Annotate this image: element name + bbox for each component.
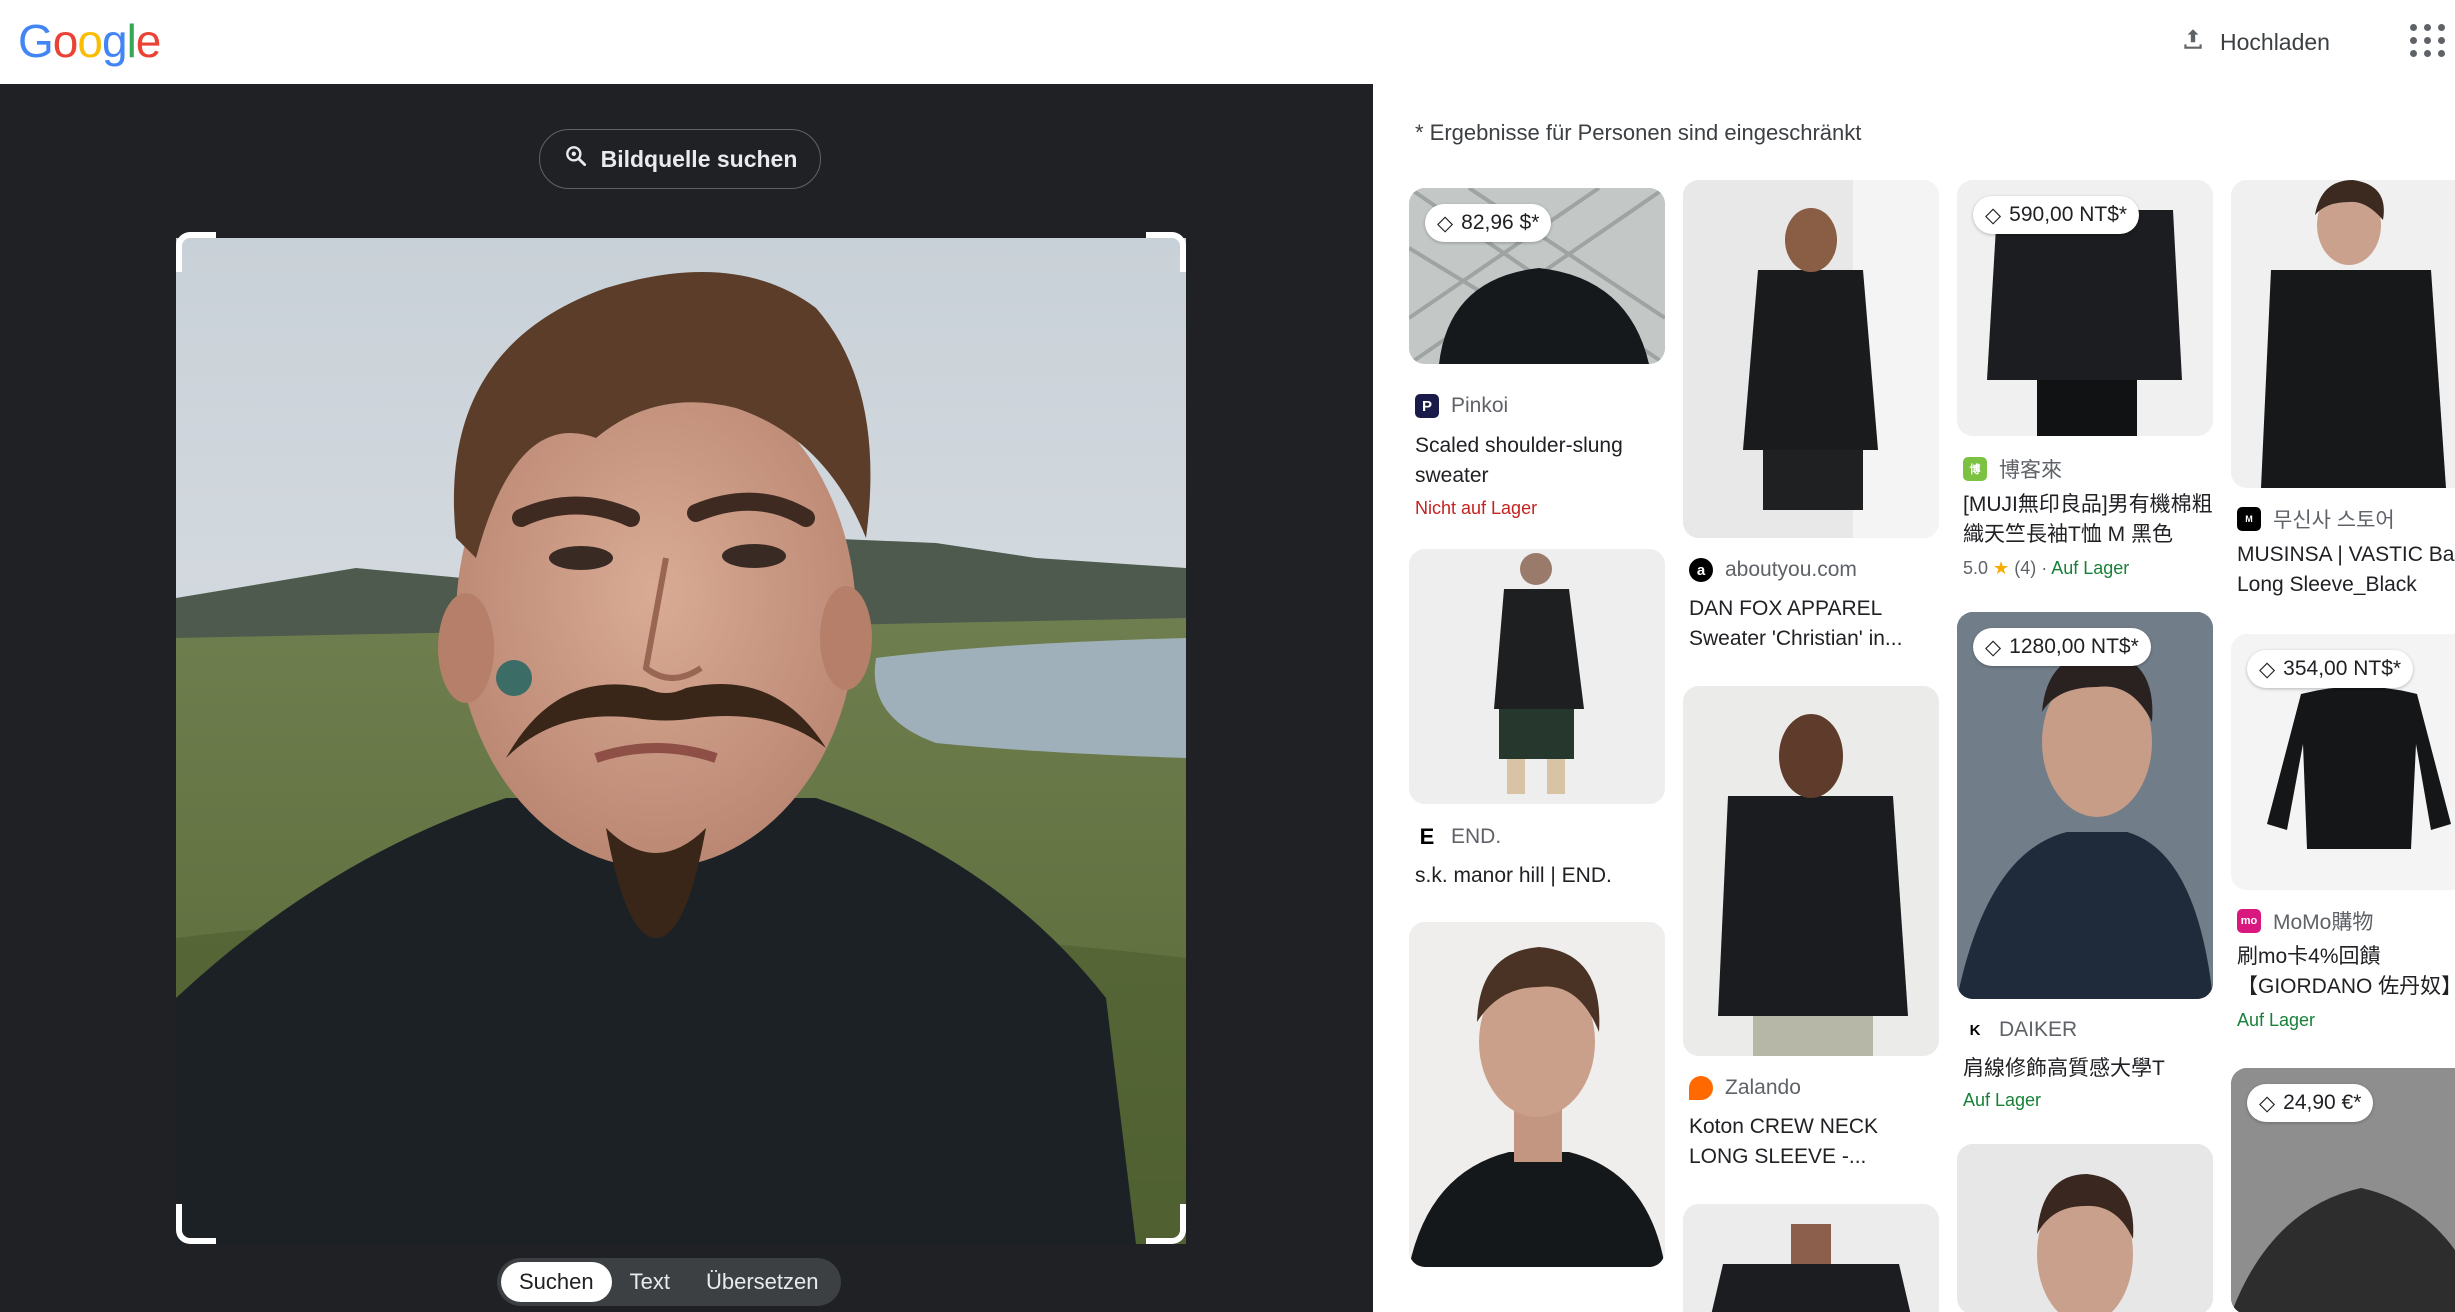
find-image-source-label: Bildquelle suchen — [600, 145, 798, 172]
result-source: P Pinkoi — [1415, 394, 1508, 418]
result-card[interactable] — [1683, 1204, 1941, 1312]
logo-letter: G — [18, 15, 54, 67]
stock-status: Auf Lager — [2051, 558, 2130, 578]
musinsa-favicon: M — [2237, 507, 2261, 531]
visual-matches-panel: * Ergebnisse für Personen sind eingeschr… — [1373, 84, 2455, 1312]
price-badge: ◇ 24,90 €* — [2247, 1084, 2374, 1122]
result-thumbnail: ◇ 590,00 NT$* — [1957, 180, 2213, 436]
result-thumbnail: ◇ 24,90 €* — [2231, 1068, 2455, 1312]
result-thumbnail — [1957, 1144, 2213, 1312]
result-thumbnail — [1683, 1204, 1939, 1312]
result-source: 博 博客來 — [1963, 454, 2062, 484]
result-card[interactable] — [1409, 922, 1667, 1312]
upload-label: Hochladen — [2220, 28, 2330, 55]
result-title: 肩線修飾高質感大學T — [1963, 1057, 2165, 1080]
price-tag-icon: ◇ — [1985, 635, 2002, 659]
upload-button[interactable]: Hochladen — [2180, 18, 2330, 66]
google-logo[interactable]: Google — [18, 14, 162, 68]
pinkoi-favicon: P — [1415, 394, 1439, 418]
result-title: Koton CREW NECK LONG SLEEVE -... — [1689, 1115, 1879, 1168]
result-card[interactable]: ◇ 590,00 NT$* 博 博客來 [MUJI無印良品]男有機棉粗織天竺長袖… — [1957, 180, 2215, 600]
result-source: Zalando — [1689, 1076, 1801, 1100]
tab-search[interactable]: Suchen — [501, 1262, 612, 1302]
result-thumbnail: ◇ 1280,00 NT$* — [1957, 612, 2213, 999]
top-bar: Google Hochladen — [0, 0, 2455, 84]
result-thumbnail: ◇ 82,96 $* — [1409, 188, 1665, 364]
result-title: s.k. manor hill | END. — [1415, 864, 1612, 887]
result-thumbnail — [1409, 549, 1665, 804]
price-tag-icon: ◇ — [1985, 203, 2002, 227]
books-favicon: 博 — [1963, 457, 1987, 481]
end-favicon: E — [1415, 824, 1439, 849]
result-card[interactable]: M 무신사 스토어 MUSINSA | VASTIC Basic Long Sl… — [2231, 180, 2455, 610]
price-tag-icon: ◇ — [2259, 657, 2276, 681]
lens-search-icon — [563, 143, 589, 175]
result-card[interactable]: ◇ 82,96 $* P Pinkoi Scaled shoulder-slun… — [1409, 188, 1667, 608]
price-tag-icon: ◇ — [2259, 1091, 2276, 1115]
result-card[interactable]: ◇ 354,00 NT$* mo MoMo購物 刷mo卡4%回饋【GIORDAN… — [2231, 634, 2455, 1104]
price-tag-icon: ◇ — [1437, 211, 1454, 235]
result-source: mo MoMo購物 — [2237, 906, 2373, 936]
find-image-source-button[interactable]: Bildquelle suchen — [539, 129, 821, 189]
result-card[interactable]: E END. s.k. manor hill | END. — [1409, 549, 1667, 909]
price-badge: ◇ 354,00 NT$* — [2247, 650, 2414, 688]
lens-image-panel: Bildquelle suchen Suchen Text Übersetzen — [0, 84, 1373, 1312]
tab-translate[interactable]: Übersetzen — [688, 1262, 837, 1302]
result-title: DAN FOX APPAREL Sweater 'Christian' in..… — [1689, 597, 1903, 650]
result-source: K DAIKER — [1963, 1018, 2077, 1042]
result-source: a aboutyou.com — [1689, 558, 1857, 582]
result-card[interactable] — [1957, 1144, 2215, 1312]
result-card[interactable]: Zalando Koton CREW NECK LONG SLEEVE -... — [1683, 686, 1941, 1216]
rating: 5.0 ★ (4) · Auf Lager — [1963, 558, 2130, 578]
star-icon: ★ — [1993, 558, 2010, 578]
result-card[interactable]: ◇ 1280,00 NT$* K DAIKER 肩線修飾高質感大學T Auf L… — [1957, 612, 2215, 1212]
aboutyou-favicon: a — [1689, 558, 1713, 582]
logo-letter: e — [135, 15, 162, 67]
logo-letter: o — [77, 15, 103, 67]
momo-favicon: mo — [2237, 909, 2261, 933]
upload-icon — [2180, 26, 2206, 58]
selected-image-crop[interactable] — [176, 232, 1186, 1244]
logo-letter: o — [52, 15, 79, 67]
result-title: 刷mo卡4%回饋【GIORDANO 佐丹奴】... — [2237, 945, 2455, 998]
price-badge: ◇ 590,00 NT$* — [1973, 196, 2140, 234]
result-thumbnail — [2231, 180, 2455, 488]
price-badge: ◇ 82,96 $* — [1425, 204, 1552, 242]
result-thumbnail — [1409, 922, 1665, 1267]
result-title: [MUJI無印良品]男有機棉粗織天竺長袖T恤 M 黑色 — [1963, 493, 2213, 546]
tab-text[interactable]: Text — [612, 1262, 688, 1302]
results-notice: * Ergebnisse für Personen sind eingeschr… — [1415, 120, 1862, 145]
lens-mode-tabs: Suchen Text Übersetzen — [497, 1258, 841, 1306]
result-thumbnail — [1683, 180, 1939, 538]
price-badge: ◇ 1280,00 NT$* — [1973, 628, 2151, 666]
zalando-favicon — [1689, 1076, 1713, 1100]
stock-status: Auf Lager — [1963, 1090, 2042, 1110]
result-title: Scaled shoulder-slung sweater — [1415, 434, 1623, 487]
daiker-favicon: K — [1963, 1018, 1987, 1042]
result-source: E END. — [1415, 824, 1501, 849]
result-title: MUSINSA | VASTIC Basic Long Sleeve_Black — [2237, 543, 2455, 596]
apps-grid-icon[interactable] — [2408, 20, 2448, 60]
logo-letter: l — [126, 15, 137, 67]
result-thumbnail: ◇ 354,00 NT$* — [2231, 634, 2455, 890]
stock-status: Auf Lager — [2237, 1010, 2316, 1030]
result-card[interactable]: ◇ 24,90 €* — [2231, 1068, 2455, 1312]
logo-letter: g — [101, 15, 128, 67]
result-thumbnail — [1683, 686, 1939, 1056]
query-photo — [176, 238, 1186, 1244]
result-source: M 무신사 스토어 — [2237, 504, 2395, 534]
stock-status: Nicht auf Lager — [1415, 498, 1538, 518]
result-card[interactable]: a aboutyou.com DAN FOX APPAREL Sweater '… — [1683, 180, 1941, 690]
